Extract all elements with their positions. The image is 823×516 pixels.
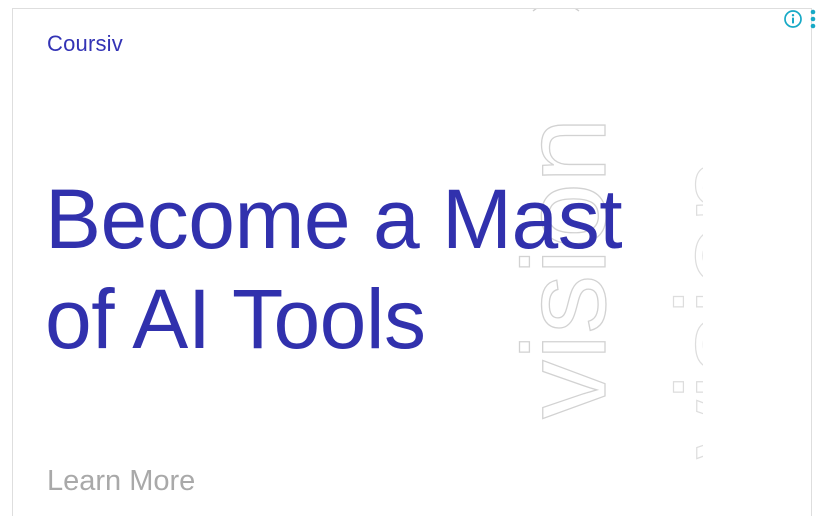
info-icon[interactable] xyxy=(784,10,802,28)
kebab-menu-icon[interactable] xyxy=(809,8,817,30)
brand-label: Coursiv xyxy=(47,31,123,56)
headline: Become a Mast of AI Tools xyxy=(45,169,685,369)
headline-line-2: of AI Tools xyxy=(45,272,426,366)
headline-line-1: Become a Mast xyxy=(45,172,623,266)
learn-more-link[interactable]: Learn More xyxy=(47,465,195,498)
ad-frame[interactable]: Coursiv vision vision Become a Mast of A… xyxy=(12,8,812,516)
ad-controls xyxy=(784,8,817,30)
